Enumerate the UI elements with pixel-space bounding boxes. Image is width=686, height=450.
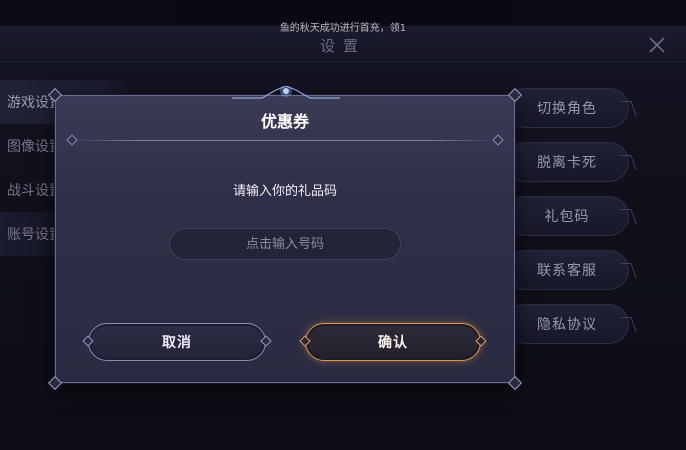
cancel-label: 取消 <box>162 335 192 351</box>
cancel-button[interactable]: 取消 <box>88 323 266 361</box>
divider-gem-icon <box>66 134 78 146</box>
confirm-label: 确认 <box>378 335 408 351</box>
dialog-ornament-icon <box>232 86 340 99</box>
gift-code-input[interactable] <box>169 228 401 260</box>
divider-gem-icon <box>492 134 504 146</box>
title-divider <box>72 140 498 141</box>
gift-code-prompt: 请输入你的礼品码 <box>232 184 337 199</box>
dialog-title: 优惠券 <box>260 112 309 131</box>
confirm-button[interactable]: 确认 <box>305 323 481 361</box>
coupon-dialog: 优惠券 请输入你的礼品码 取消 确认 <box>47 86 523 391</box>
